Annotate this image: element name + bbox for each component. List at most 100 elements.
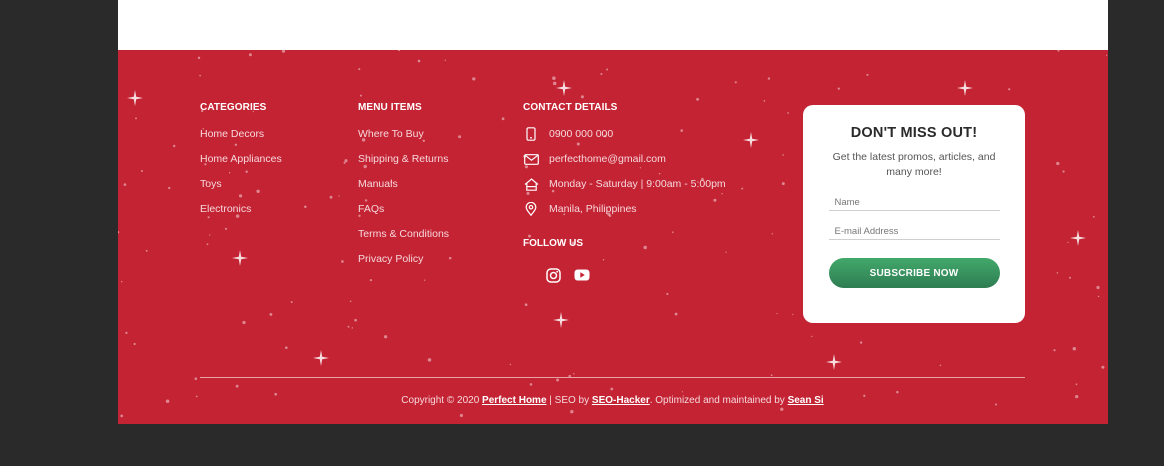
sparkle-dot (509, 363, 512, 366)
sparkle-dot (781, 182, 785, 186)
menu-link-privacy[interactable]: Privacy Policy (358, 252, 449, 277)
sparkle-dot (741, 187, 744, 190)
sparkle-star (957, 80, 973, 96)
categories-column: CATEGORIES Home Decors Home Appliances T… (200, 102, 282, 227)
sparkle-dot (1096, 285, 1100, 290)
sparkle-dot (1072, 346, 1077, 351)
contact-phone: 0900 000 000 (523, 127, 726, 152)
menu-items-column: MENU ITEMS Where To Buy Shipping & Retur… (358, 102, 449, 277)
content-area-bottom (118, 0, 1108, 50)
category-link-toys[interactable]: Toys (200, 177, 282, 202)
sparkle-dot (168, 186, 171, 190)
sparkle-dot (343, 161, 346, 164)
name-input[interactable] (828, 194, 1000, 211)
menu-link-shipping-returns[interactable]: Shipping & Returns (358, 152, 449, 177)
sparkle-dot (792, 313, 794, 316)
sparkle-dot (1105, 54, 1108, 56)
sparkle-dot (173, 144, 176, 148)
footer-divider (200, 377, 1025, 378)
contact-hours-text: Monday - Saturday | 9:00am - 5:00pm (549, 178, 726, 190)
contact-title: CONTACT DETAILS (523, 102, 618, 113)
newsletter-card: DON'T MISS OUT! Get the latest promos, a… (803, 105, 1025, 323)
menu-link-terms[interactable]: Terms & Conditions (358, 227, 449, 252)
category-link-electronics[interactable]: Electronics (200, 202, 282, 227)
sparkle-dot (859, 341, 863, 344)
sparkle-dot (896, 390, 899, 394)
email-input[interactable] (828, 223, 1000, 240)
envelope-icon (523, 152, 539, 166)
menu-link-manuals[interactable]: Manuals (358, 177, 449, 202)
youtube-icon[interactable] (574, 267, 590, 283)
sparkle-dot (424, 279, 426, 281)
social-links (545, 267, 726, 283)
sparkle-dot (290, 301, 293, 304)
seo-hacker-link[interactable]: SEO-Hacker (592, 395, 650, 406)
menu-items-title: MENU ITEMS (358, 102, 422, 113)
copyright-prefix: Copyright © 2020 (401, 395, 480, 406)
sparkle-dot (125, 331, 128, 335)
sparkle-dot (120, 414, 124, 418)
sparkle-dot (194, 377, 198, 381)
sean-si-link[interactable]: Sean Si (788, 395, 824, 406)
menu-link-faqs[interactable]: FAQs (358, 202, 449, 227)
sparkle-dot (347, 325, 350, 328)
sparkle-dot (358, 68, 361, 71)
sparkle-dot (606, 68, 609, 71)
sparkle-dot (570, 410, 574, 414)
sparkle-star (232, 250, 248, 266)
seo-text: | SEO by (549, 395, 590, 406)
sparkle-dot (552, 81, 557, 86)
contact-phone-text[interactable]: 0900 000 000 (549, 127, 613, 141)
sparkle-dot (600, 72, 603, 76)
sparkle-dot (1069, 276, 1071, 279)
sparkle-dot (782, 154, 784, 156)
contact-location-text[interactable]: Manila, Philippines (549, 202, 637, 216)
sparkle-dot (1057, 50, 1060, 52)
sparkle-dot (397, 50, 401, 52)
category-link-home-appliances[interactable]: Home Appliances (200, 152, 282, 177)
sparkle-dot (866, 73, 869, 76)
sparkle-dot (734, 81, 737, 84)
sparkle-dot (767, 77, 771, 80)
category-link-home-decors[interactable]: Home Decors (200, 127, 282, 152)
sparkle-dot (529, 383, 533, 386)
brand-link[interactable]: Perfect Home (482, 395, 546, 406)
sparkle-dot (197, 56, 201, 60)
sparkle-dot (780, 407, 784, 411)
sparkle-dot (235, 384, 239, 388)
sparkle-dot (1008, 88, 1011, 91)
contact-email-text[interactable]: perfecthome@gmail.com (549, 152, 666, 166)
sparkle-star (743, 132, 759, 148)
sparkle-dot (1056, 272, 1059, 274)
sparkle-dot (1101, 365, 1105, 369)
sparkle-dot (133, 342, 136, 346)
sparkle-dot (444, 59, 446, 61)
sparkle-dot (787, 112, 789, 114)
sparkle-dot (285, 346, 288, 349)
sparkle-dot (681, 391, 684, 393)
sparkle-star (1070, 230, 1086, 246)
sparkle-dot (195, 395, 198, 398)
sparkle-dot (248, 53, 252, 57)
sparkle-dot (1053, 349, 1056, 352)
sparkle-dot (666, 292, 669, 296)
sparkle-dot (1075, 394, 1079, 399)
sparkle-dot (344, 159, 348, 163)
sparkle-dot (206, 243, 209, 246)
sparkle-star (556, 80, 572, 96)
sparkle-dot (763, 100, 766, 102)
sparkle-dot (224, 227, 228, 230)
sparkle-star (553, 312, 569, 328)
sparkle-star (127, 90, 143, 106)
sparkle-dot (351, 327, 354, 329)
instagram-icon[interactable] (545, 267, 561, 283)
sparkle-dot (359, 94, 362, 97)
sparkle-dot (771, 233, 774, 235)
sparkle-dot (140, 169, 143, 173)
sparkle-dot (472, 77, 476, 81)
follow-us-title: FOLLOW US (523, 238, 583, 249)
subscribe-button[interactable]: SUBSCRIBE NOW (828, 258, 1000, 288)
sparkle-dot (501, 117, 505, 121)
sparkle-dot (610, 387, 614, 391)
menu-link-where-to-buy[interactable]: Where To Buy (358, 127, 449, 152)
